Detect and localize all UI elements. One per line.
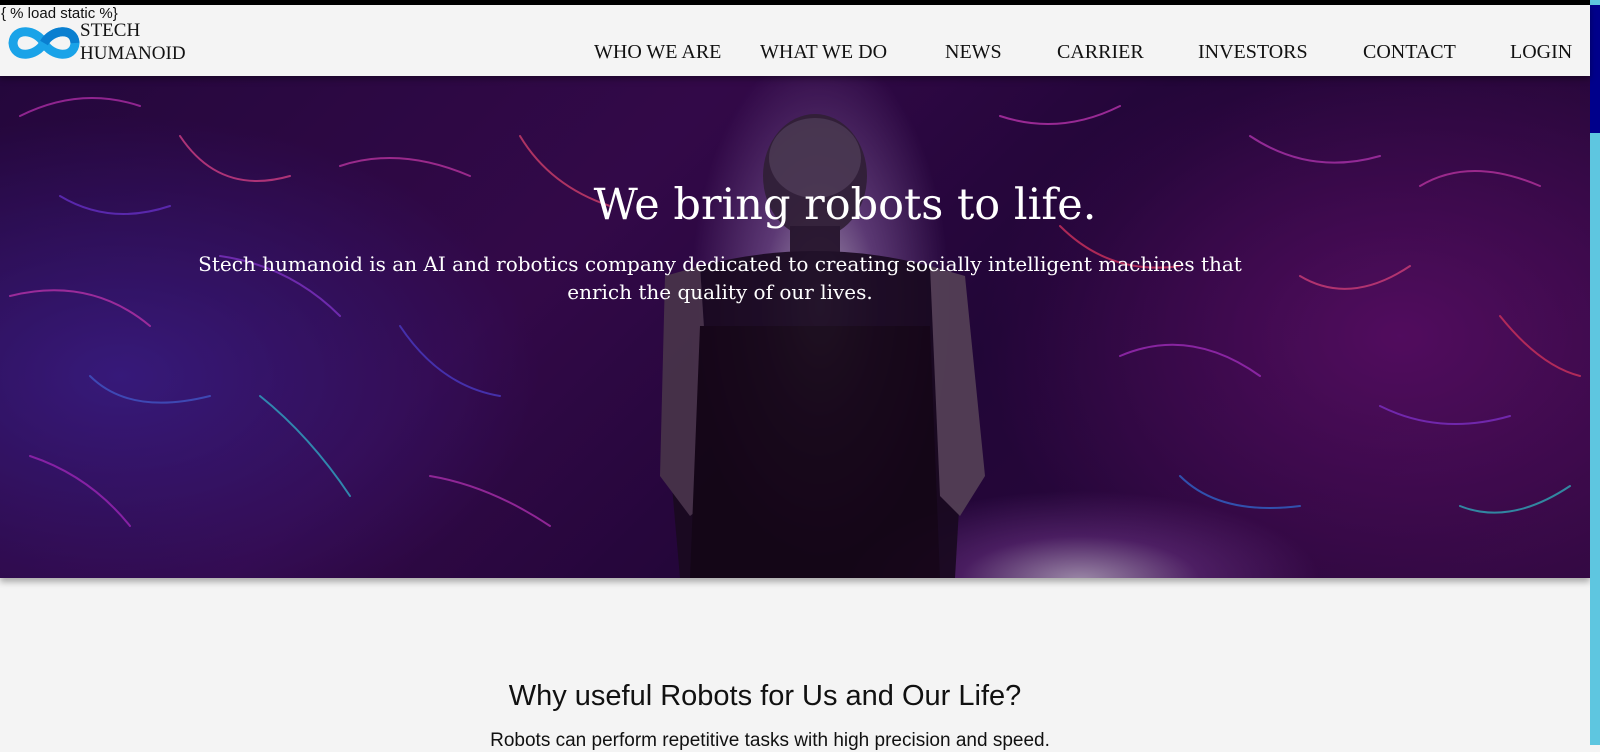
hero-subtitle: Stech humanoid is an AI and robotics com… [198, 252, 1242, 304]
hero-title: We bring robots to life. [593, 180, 1097, 230]
brand-line-1: STECH [80, 20, 141, 41]
section-title: Why useful Robots for Us and Our Life? [508, 680, 1022, 712]
scrollbar-thumb[interactable] [1590, 5, 1600, 133]
template-tag-text: { % load static %} [1, 5, 118, 22]
nav-what-we-do[interactable]: WHAT WE DO [760, 41, 887, 64]
nav-investors[interactable]: INVESTORS [1198, 41, 1308, 64]
site-header: STECH HUMANOID WHO WE ARE WHAT WE DO NEW… [0, 5, 1590, 76]
infinity-logo-icon[interactable] [8, 23, 80, 63]
hero-banner: We bring robots to life. Stech humanoid … [0, 76, 1590, 578]
nav-contact[interactable]: CONTACT [1363, 41, 1456, 64]
nav-login[interactable]: LOGIN [1510, 41, 1572, 64]
nav-news[interactable]: NEWS [945, 41, 1002, 64]
brand-name[interactable]: STECH HUMANOID [80, 19, 186, 65]
hero-background-image [0, 76, 1590, 578]
nav-who-we-are[interactable]: WHO WE ARE [594, 41, 721, 64]
brand-line-2: HUMANOID [80, 43, 186, 64]
section-text: Robots can perform repetitive tasks with… [490, 730, 1050, 751]
nav-carrier[interactable]: CARRIER [1057, 41, 1144, 64]
